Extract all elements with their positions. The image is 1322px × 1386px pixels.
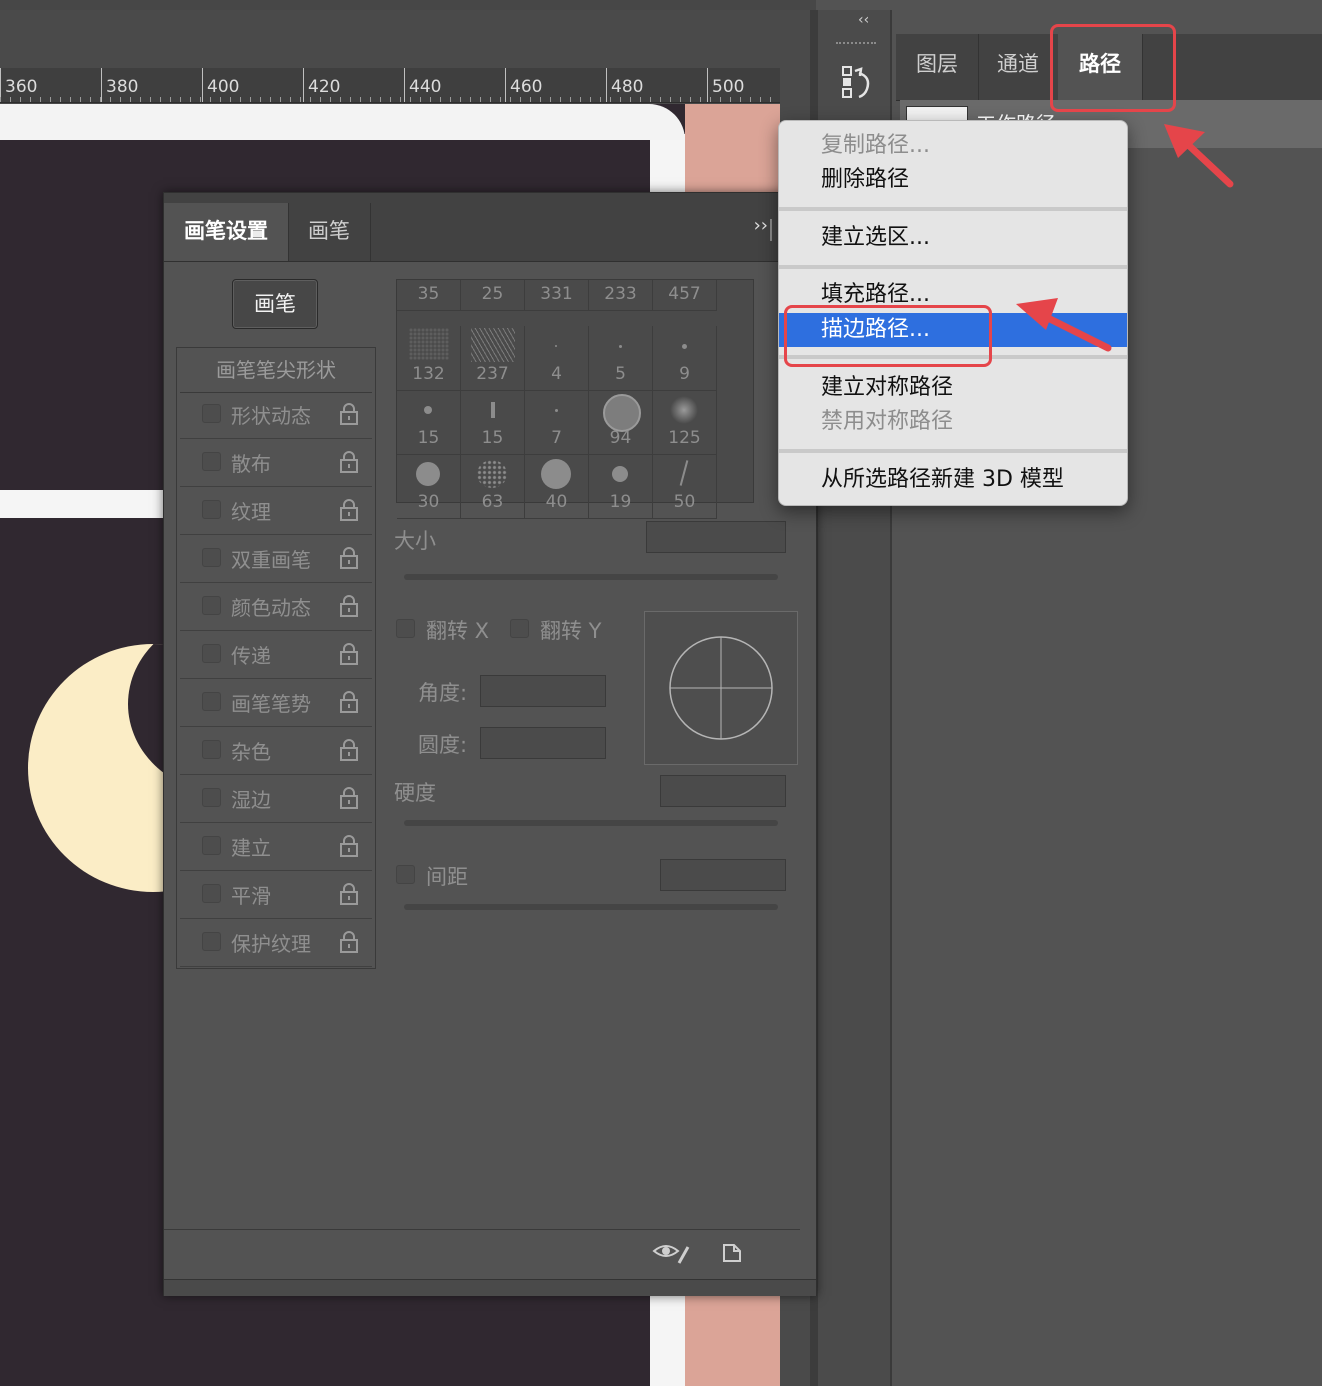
annotation-arrow xyxy=(1016,298,1112,352)
annotation-arrows xyxy=(1016,124,1234,352)
annotation-arrow xyxy=(1164,124,1234,188)
